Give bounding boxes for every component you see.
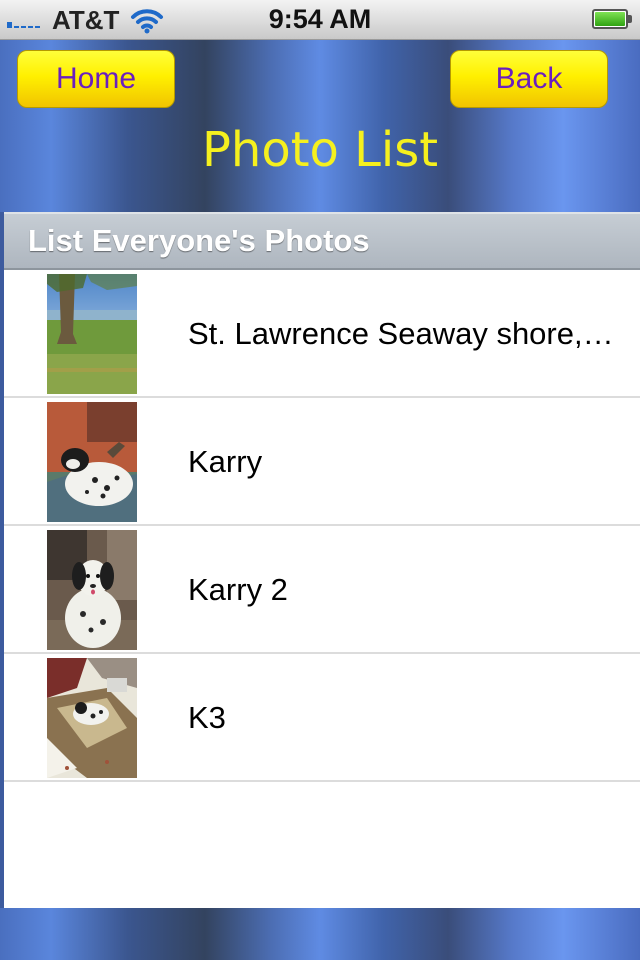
dog-sitting-thumbnail <box>47 530 137 650</box>
footer-bar <box>0 908 640 960</box>
dog-lying-thumbnail <box>47 402 137 522</box>
list-item[interactable]: Karry 2 <box>4 526 640 654</box>
status-time: 9:54 AM <box>268 4 372 34</box>
list-item-label: Karry <box>188 444 263 479</box>
list-item[interactable]: Karry <box>4 398 640 526</box>
tree-shoreline-thumbnail <box>47 274 137 394</box>
list-item[interactable]: St. Lawrence Seaway shore,… <box>4 270 640 398</box>
page-title: Photo List <box>201 122 439 178</box>
list-item[interactable]: K3 <box>4 654 640 782</box>
list-item-label: K3 <box>188 700 226 735</box>
battery-fill <box>595 12 625 26</box>
photo-list-panel: List Everyone's Photos St. Lawrence Seaw… <box>4 212 640 908</box>
battery-tip <box>628 15 632 23</box>
section-header: List Everyone's Photos <box>4 212 640 270</box>
battery-icon <box>592 9 628 29</box>
dog-on-rug-thumbnail <box>47 658 137 778</box>
status-bar: AT&T 9:54 AM <box>0 0 640 40</box>
list-item-label: Karry 2 <box>188 572 288 607</box>
home-button[interactable]: Home <box>17 50 175 108</box>
header-bar: Home Back Photo List <box>0 40 640 212</box>
back-button[interactable]: Back <box>450 50 608 108</box>
list-item-label: St. Lawrence Seaway shore,… <box>188 316 614 351</box>
